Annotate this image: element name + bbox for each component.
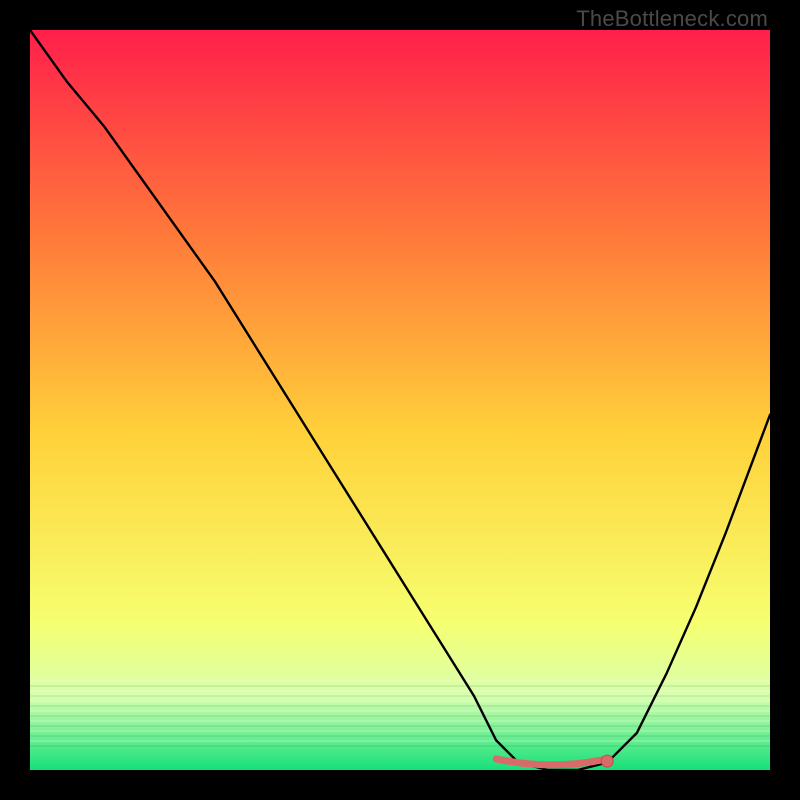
watermark-text: TheBottleneck.com [576, 6, 768, 32]
bottleneck-curve [30, 30, 770, 770]
optimal-region-marker [496, 759, 607, 765]
chart-frame: TheBottleneck.com [0, 0, 800, 800]
plot-area [30, 30, 770, 770]
end-marker-dot [601, 755, 613, 767]
curve-overlay [30, 30, 770, 770]
